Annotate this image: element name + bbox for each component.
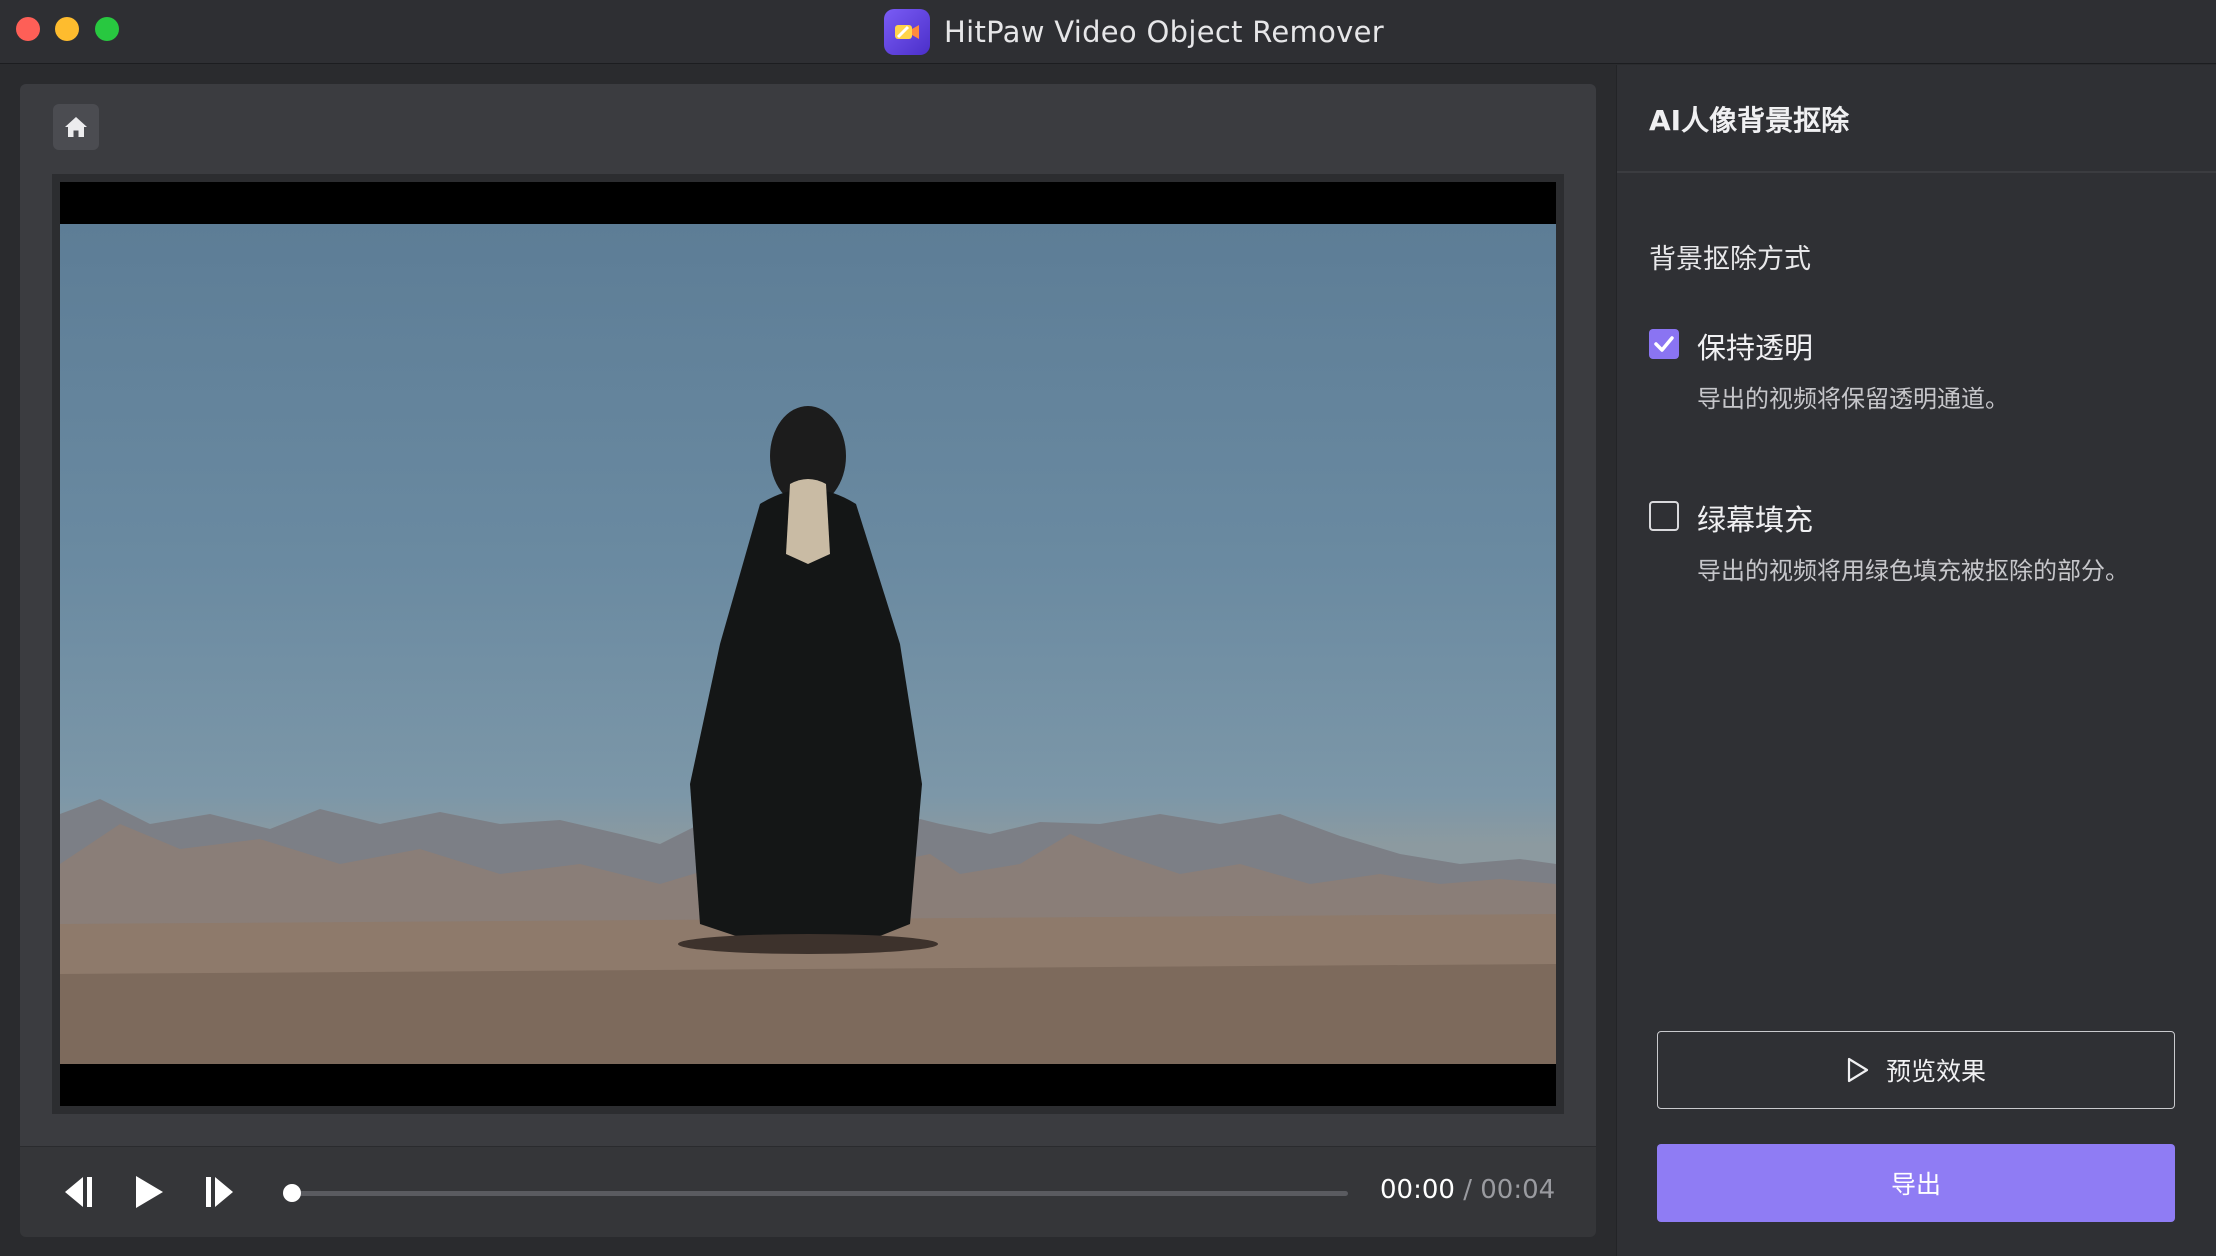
option-description: 导出的视频将用绿色填充被抠除的部分。 <box>1697 557 2129 585</box>
check-icon <box>1654 336 1674 352</box>
app-window: HitPaw Video Object Remover 00:00 / 00:0… <box>0 0 2216 1256</box>
time-separator: / <box>1454 1175 1481 1205</box>
section-label: 背景抠除方式 <box>1649 244 1811 275</box>
export-button-label: 导出 <box>1890 1170 1941 1199</box>
preview-button[interactable]: 预览效果 <box>1657 1031 2175 1109</box>
option-label: 保持透明 <box>1697 331 1814 365</box>
green-screen-checkbox[interactable] <box>1649 501 1679 531</box>
play-button[interactable] <box>126 1169 172 1215</box>
total-duration: 00:04 <box>1480 1175 1556 1205</box>
title-bar: HitPaw Video Object Remover <box>0 0 2216 64</box>
preview-button-label: 预览效果 <box>1885 1057 1986 1086</box>
video-preview-frame <box>52 174 1564 1114</box>
window-title: HitPaw Video Object Remover <box>944 15 1384 49</box>
sidebar-header: AI人像背景抠除 <box>1617 65 2216 173</box>
video-frame-image <box>60 224 1556 1064</box>
step-back-icon <box>65 1177 92 1207</box>
export-button[interactable]: 导出 <box>1657 1144 2175 1222</box>
maximize-window-button[interactable] <box>95 17 119 41</box>
time-display: 00:00 / 00:04 <box>1380 1175 1555 1205</box>
seek-bar[interactable] <box>292 1191 1348 1196</box>
current-time: 00:00 <box>1380 1175 1455 1205</box>
option-label: 绿幕填充 <box>1697 503 1814 537</box>
option-description: 导出的视频将保留透明通道。 <box>1697 385 2009 413</box>
preview-play-icon <box>1847 1057 1869 1083</box>
seek-thumb[interactable] <box>283 1184 301 1202</box>
keep-transparent-checkbox[interactable] <box>1649 329 1679 359</box>
video-editor-panel: 00:00 / 00:04 <box>20 84 1596 1237</box>
step-forward-button[interactable] <box>196 1169 242 1215</box>
window-title-group: HitPaw Video Object Remover <box>884 9 1384 55</box>
close-window-button[interactable] <box>16 17 40 41</box>
playback-controls: 00:00 / 00:04 <box>20 1146 1596 1237</box>
video-canvas[interactable] <box>60 182 1556 1106</box>
step-back-button[interactable] <box>56 1169 102 1215</box>
app-logo-icon <box>884 9 930 55</box>
minimize-window-button[interactable] <box>55 17 79 41</box>
play-icon <box>136 1176 163 1208</box>
home-button[interactable] <box>53 104 99 150</box>
settings-sidebar: AI人像背景抠除 背景抠除方式 保持透明 导出的视频将保留透明通道。 绿幕填充 … <box>1616 65 2216 1256</box>
sidebar-title: AI人像背景抠除 <box>1649 104 1850 137</box>
home-icon <box>65 117 87 137</box>
step-forward-icon <box>206 1177 233 1207</box>
